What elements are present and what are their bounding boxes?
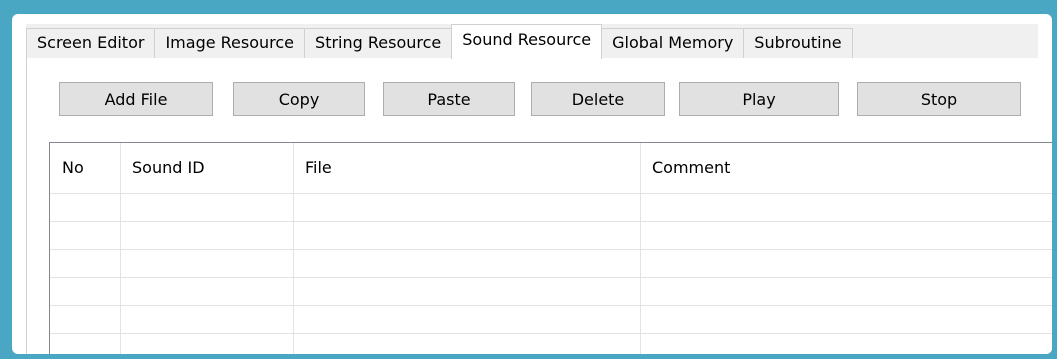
column-header-sound-id[interactable]: Sound ID	[120, 143, 205, 193]
column-header-file[interactable]: File	[293, 143, 332, 193]
app-window: Screen Editor Image Resource String Reso…	[12, 14, 1052, 354]
stop-button[interactable]: Stop	[857, 82, 1021, 116]
tab-global-memory[interactable]: Global Memory	[601, 28, 745, 60]
row-divider	[50, 193, 1052, 194]
tab-subroutine[interactable]: Subroutine	[743, 28, 853, 60]
paste-button[interactable]: Paste	[383, 82, 515, 116]
tab-image-resource[interactable]: Image Resource	[154, 28, 306, 60]
column-header-comment[interactable]: Comment	[640, 143, 730, 193]
tab-sound-resource[interactable]: Sound Resource	[451, 24, 603, 59]
row-divider	[50, 221, 1052, 222]
table-header: No Sound ID File Comment	[50, 143, 1052, 193]
add-file-button[interactable]: Add File	[59, 82, 213, 116]
sound-table[interactable]: No Sound ID File Comment	[49, 142, 1052, 354]
row-divider	[50, 305, 1052, 306]
row-divider	[50, 249, 1052, 250]
column-header-no[interactable]: No	[50, 143, 84, 193]
row-divider	[50, 333, 1052, 334]
delete-button[interactable]: Delete	[531, 82, 665, 116]
sound-resource-panel: Add File Copy Paste Delete Play Stop No …	[26, 58, 1052, 354]
tab-screen-editor[interactable]: Screen Editor	[26, 28, 156, 60]
copy-button[interactable]: Copy	[233, 82, 365, 116]
row-divider	[50, 277, 1052, 278]
tab-bar: Screen Editor Image Resource String Reso…	[26, 24, 1038, 60]
play-button[interactable]: Play	[679, 82, 839, 116]
tab-string-resource[interactable]: String Resource	[304, 28, 453, 60]
